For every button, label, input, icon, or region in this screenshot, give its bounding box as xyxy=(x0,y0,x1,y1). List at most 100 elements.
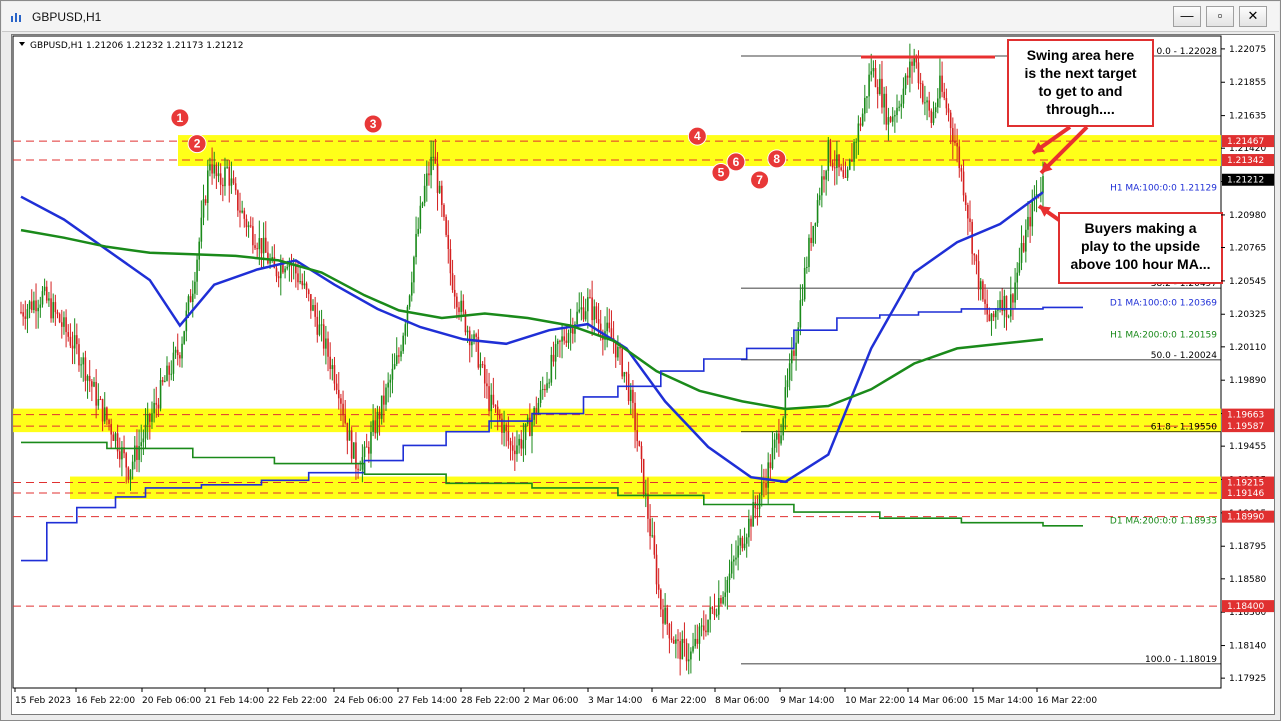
candle-body xyxy=(101,399,104,422)
candle-body xyxy=(739,537,742,546)
candle-body xyxy=(299,281,301,283)
annotation-swing-target-text: through.... xyxy=(1046,101,1114,117)
candle-body xyxy=(848,159,851,170)
candle-body xyxy=(709,607,712,620)
price-tick-label: 1.22075 xyxy=(1229,45,1266,55)
candle-body xyxy=(509,441,512,446)
candle-body xyxy=(518,438,520,446)
candle-body xyxy=(833,167,836,169)
candle-body xyxy=(335,383,338,390)
candle-body xyxy=(24,316,27,319)
candle-body xyxy=(795,342,797,356)
candle-body xyxy=(956,142,958,147)
candle-body xyxy=(541,388,544,390)
candle-body xyxy=(243,210,246,219)
candle-body xyxy=(537,402,540,415)
candle-body xyxy=(172,352,175,374)
candle-body xyxy=(108,419,110,425)
candle-body xyxy=(415,233,417,258)
candle-body xyxy=(443,204,445,217)
candle-body xyxy=(752,502,754,527)
candle-body xyxy=(698,626,701,644)
candle-body xyxy=(921,83,924,103)
candle-body xyxy=(649,518,651,537)
candle-body xyxy=(127,467,130,480)
candle-body xyxy=(784,387,787,419)
candle-body xyxy=(202,199,205,218)
candle-body xyxy=(486,383,488,387)
candle-body xyxy=(395,355,398,365)
candle-body xyxy=(827,139,830,171)
candle-body xyxy=(567,333,570,343)
candle-body xyxy=(445,216,447,235)
candle-body xyxy=(514,450,516,455)
candle-body xyxy=(705,630,707,633)
candle-body xyxy=(355,442,357,469)
candle-body xyxy=(790,350,793,364)
candle-body xyxy=(256,248,258,250)
candle-body xyxy=(1009,294,1012,317)
candle-body xyxy=(168,365,170,375)
candle-body xyxy=(496,406,499,415)
candle-body xyxy=(307,289,310,295)
candle-body xyxy=(58,314,61,323)
candle-body xyxy=(479,364,482,368)
candle-body xyxy=(730,561,733,574)
ma-label: D1 MA:100:0:0 1.20369 xyxy=(1110,299,1217,309)
candle-body xyxy=(344,415,347,423)
time-tick-label: 16 Mar 22:00 xyxy=(1037,696,1097,706)
candle-body xyxy=(430,156,432,176)
candle-body xyxy=(206,170,209,203)
price-tick-label: 1.21635 xyxy=(1229,112,1266,122)
candle-body xyxy=(608,322,611,329)
restore-button[interactable]: ▫ xyxy=(1206,6,1234,27)
candle-body xyxy=(563,336,566,341)
candle-body xyxy=(1007,316,1010,318)
candle-body xyxy=(720,597,722,604)
candle-body xyxy=(398,355,400,357)
price-tick-label: 1.17925 xyxy=(1229,674,1266,684)
candle-body xyxy=(516,445,518,455)
time-tick-label: 15 Feb 2023 xyxy=(15,696,71,706)
candle-body xyxy=(99,399,102,401)
candle-body xyxy=(222,184,224,187)
candle-body xyxy=(745,537,748,544)
price-tick-label: 1.20765 xyxy=(1229,244,1266,254)
candle-body xyxy=(383,395,385,405)
candle-body xyxy=(413,257,415,283)
candle-body xyxy=(896,107,898,116)
swing-marker-label: 6 xyxy=(733,155,740,169)
candle-body xyxy=(378,411,381,419)
level-price-tag-label: 1.19663 xyxy=(1227,411,1264,421)
price-chart[interactable]: 0.0 - 1.2202838.2 - 1.2049750.0 - 1.2002… xyxy=(12,35,1276,716)
candle-body xyxy=(936,98,939,108)
candle-body xyxy=(1022,243,1025,252)
candle-body xyxy=(305,283,308,290)
candle-body xyxy=(672,640,675,644)
candle-body xyxy=(400,351,402,357)
candle-body xyxy=(696,638,699,644)
candle-body xyxy=(224,167,226,187)
candle-body xyxy=(885,93,888,125)
candle-body xyxy=(949,112,952,129)
candle-body xyxy=(587,297,589,312)
chart-area[interactable]: 0.0 - 1.22028 38.2 - 1.20497 50.0 - 1.2002… xyxy=(11,34,1275,715)
level-price-tag-label: 1.19587 xyxy=(1227,422,1264,432)
candle-body xyxy=(82,357,85,365)
candle-body xyxy=(1025,229,1027,252)
candle-body xyxy=(204,199,207,203)
minimize-button[interactable]: — xyxy=(1173,6,1201,27)
candle-body xyxy=(118,451,121,460)
candle-body xyxy=(340,398,342,404)
price-tick-label: 1.21855 xyxy=(1229,78,1266,88)
close-button[interactable]: ✕ xyxy=(1239,6,1267,27)
price-tick-label: 1.19455 xyxy=(1229,442,1266,452)
candle-body xyxy=(769,462,772,469)
swing-marker-label: 1 xyxy=(177,111,184,125)
candle-body xyxy=(144,424,147,439)
candle-body xyxy=(453,289,456,297)
time-tick-label: 15 Mar 14:00 xyxy=(973,696,1033,706)
candle-body xyxy=(713,609,716,615)
candle-body xyxy=(520,438,523,449)
candle-body xyxy=(1018,262,1021,273)
